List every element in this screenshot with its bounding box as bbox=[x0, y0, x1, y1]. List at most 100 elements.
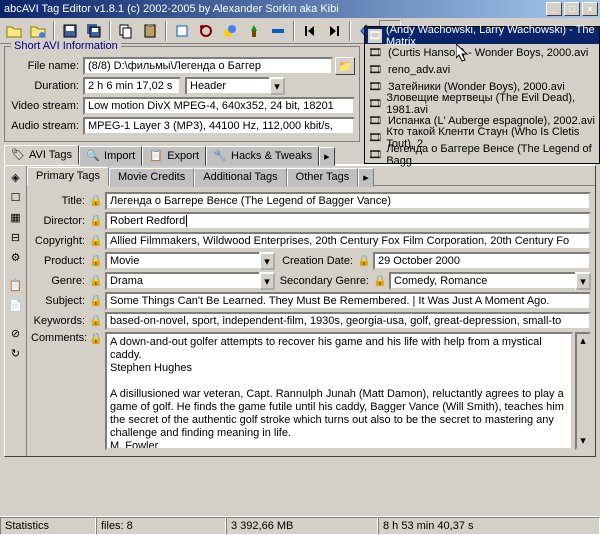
short-avi-info-group: Short AVI Information File name: (8/8) D… bbox=[4, 46, 360, 142]
secgenre-label: Secondary Genre: bbox=[277, 275, 371, 287]
tool4-icon[interactable] bbox=[243, 20, 265, 42]
comments-label: Comments: bbox=[31, 332, 87, 344]
lock-icon[interactable]: 🔒 bbox=[89, 234, 103, 248]
last-icon[interactable] bbox=[323, 20, 345, 42]
tool5-icon[interactable] bbox=[267, 20, 289, 42]
product-label: Product: bbox=[31, 255, 87, 267]
combo-arrow-icon[interactable]: ▾ bbox=[269, 77, 285, 95]
tool1-icon[interactable] bbox=[171, 20, 193, 42]
dropdown-item[interactable]: 🎞Зловещие мертвецы (The Evil Dead), 1981… bbox=[365, 95, 599, 112]
director-input[interactable]: Robert Redford bbox=[105, 212, 591, 230]
first-icon[interactable] bbox=[299, 20, 321, 42]
lock-icon[interactable]: 🔒 bbox=[89, 314, 103, 328]
header-combo[interactable]: Header bbox=[185, 77, 269, 95]
video-label: Video stream: bbox=[9, 100, 83, 112]
lock-icon[interactable]: 🔒 bbox=[89, 274, 103, 288]
scrollbar[interactable]: ▴▾ bbox=[575, 332, 591, 450]
combo-arrow-icon[interactable]: ▾ bbox=[575, 272, 591, 290]
search-icon: 🔍 bbox=[86, 149, 100, 163]
film-icon: 🎞 bbox=[368, 114, 384, 128]
film-icon: 🎞 bbox=[368, 131, 382, 145]
lock-icon[interactable]: 🔒 bbox=[89, 332, 103, 346]
subtab-scroll[interactable]: ▸ bbox=[358, 168, 374, 187]
tab-hacks[interactable]: 🔧Hacks & Tweaks bbox=[206, 146, 319, 166]
subtab-other[interactable]: Other Tags bbox=[287, 168, 359, 187]
duration-label: Duration: bbox=[9, 80, 83, 92]
side-icon-4[interactable]: ⊟ bbox=[7, 228, 25, 246]
wrench-icon: 🔧 bbox=[213, 149, 227, 163]
browse-button[interactable]: 📁 bbox=[335, 57, 355, 75]
subtab-additional[interactable]: Additional Tags bbox=[194, 168, 286, 187]
window-title: abcAVI Tag Editor v1.8.1 (c) 2002-2005 b… bbox=[2, 3, 544, 15]
subject-label: Subject: bbox=[31, 295, 87, 307]
secgenre-combo[interactable]: Comedy, Romance bbox=[389, 272, 575, 290]
status-label: Statistics bbox=[0, 517, 96, 535]
open-folder-icon[interactable] bbox=[27, 20, 49, 42]
creation-input[interactable]: 29 October 2000 bbox=[373, 252, 591, 270]
comments-textarea[interactable]: A down-and-out golfer attempts to recove… bbox=[105, 332, 573, 450]
subtab-primary[interactable]: Primary Tags bbox=[27, 167, 109, 186]
lock-icon[interactable]: 🔒 bbox=[357, 254, 371, 268]
file-list-dropdown: 🎞(Andy Wachowski, Larry Wachowski) - The… bbox=[364, 26, 600, 164]
open-icon[interactable] bbox=[3, 20, 25, 42]
combo-arrow-icon[interactable]: ▾ bbox=[259, 252, 275, 270]
save-icon[interactable] bbox=[59, 20, 81, 42]
tab-export[interactable]: 📋Export bbox=[142, 146, 206, 166]
minimize-button[interactable]: _ bbox=[546, 2, 562, 16]
tab-scroll-right[interactable]: ▸ bbox=[319, 147, 335, 166]
side-icon-3[interactable]: ▦ bbox=[7, 208, 25, 226]
main-content: ◈ ☐ ▦ ⊟ ⚙ 📋 📄 ⊘ ↻ Primary Tags Movie Cre… bbox=[4, 165, 596, 457]
side-clear-icon[interactable]: ⊘ bbox=[7, 324, 25, 342]
dropdown-item[interactable]: 🎞(Curtis Hanson) - Wonder Boys, 2000.avi bbox=[365, 44, 599, 61]
tab-avi-tags[interactable]: 🏷AVI Tags bbox=[4, 145, 79, 165]
subject-input[interactable]: Some Things Can't Be Learned. They Must … bbox=[105, 292, 591, 310]
combo-arrow-icon[interactable]: ▾ bbox=[259, 272, 275, 290]
copy-icon[interactable] bbox=[115, 20, 137, 42]
side-toolbar: ◈ ☐ ▦ ⊟ ⚙ 📋 📄 ⊘ ↻ bbox=[5, 166, 27, 456]
copyright-label: Copyright: bbox=[31, 235, 87, 247]
title-bar: abcAVI Tag Editor v1.8.1 (c) 2002-2005 b… bbox=[0, 0, 600, 18]
tab-import[interactable]: 🔍Import bbox=[79, 146, 142, 166]
close-button[interactable]: × bbox=[582, 2, 598, 16]
status-bar: Statistics files: 8 3 392,66 MB 8 h 53 m… bbox=[0, 516, 600, 535]
paste-icon[interactable] bbox=[139, 20, 161, 42]
tool3-icon[interactable] bbox=[219, 20, 241, 42]
keywords-input[interactable]: based-on-novel, sport, independent-film,… bbox=[105, 312, 591, 330]
side-copy-icon[interactable]: 📋 bbox=[7, 276, 25, 294]
dropdown-item[interactable]: 🎞Легенда о Баггере Венсе (The Legend of … bbox=[365, 146, 599, 163]
copyright-input[interactable]: Allied Filmmakers, Wildwood Enterprises,… bbox=[105, 232, 591, 250]
lock-icon[interactable]: 🔒 bbox=[89, 254, 103, 268]
primary-tags-form: Title: 🔒 Легенда о Баггере Венсе (The Le… bbox=[27, 186, 595, 456]
filename-label: File name: bbox=[9, 60, 83, 72]
side-icon-2[interactable]: ☐ bbox=[7, 188, 25, 206]
lock-icon[interactable]: 🔒 bbox=[89, 294, 103, 308]
film-icon: 🎞 bbox=[368, 97, 382, 111]
audio-label: Audio stream: bbox=[9, 120, 83, 132]
audio-field: MPEG-1 Layer 3 (MP3), 44100 Hz, 112,000 … bbox=[83, 117, 355, 135]
side-icon-5[interactable]: ⚙ bbox=[7, 248, 25, 266]
status-time: 8 h 53 min 40,37 s bbox=[378, 517, 600, 535]
film-icon: 🎞 bbox=[368, 46, 384, 60]
dropdown-item[interactable]: 🎞(Andy Wachowski, Larry Wachowski) - The… bbox=[365, 27, 599, 44]
subtab-credits[interactable]: Movie Credits bbox=[109, 168, 194, 187]
dropdown-item[interactable]: 🎞reno_adv.avi bbox=[365, 61, 599, 78]
scroll-down-icon[interactable]: ▾ bbox=[577, 434, 589, 448]
product-combo[interactable]: Movie bbox=[105, 252, 259, 270]
title-input[interactable]: Легенда о Баггере Венсе (The Legend of B… bbox=[105, 192, 591, 210]
duration-field: 2 h 6 min 17,02 s bbox=[83, 77, 181, 95]
video-field: Low motion DivX MPEG-4, 640x352, 24 bit,… bbox=[83, 97, 355, 115]
tool2-icon[interactable] bbox=[195, 20, 217, 42]
maximize-button[interactable]: □ bbox=[564, 2, 580, 16]
genre-combo[interactable]: Drama bbox=[105, 272, 259, 290]
side-icon-1[interactable]: ◈ bbox=[7, 168, 25, 186]
side-paste-icon[interactable]: 📄 bbox=[7, 296, 25, 314]
side-refresh-icon[interactable]: ↻ bbox=[7, 344, 25, 362]
lock-icon[interactable]: 🔒 bbox=[89, 214, 103, 228]
export-icon: 📋 bbox=[149, 149, 163, 163]
filename-field[interactable]: (8/8) D:\фильмы\Легенда о Баггер bbox=[83, 57, 333, 75]
scroll-up-icon[interactable]: ▴ bbox=[577, 334, 589, 348]
title-label: Title: bbox=[31, 195, 87, 207]
lock-icon[interactable]: 🔒 bbox=[373, 274, 387, 288]
lock-icon[interactable]: 🔒 bbox=[89, 194, 103, 208]
save-all-icon[interactable] bbox=[83, 20, 105, 42]
